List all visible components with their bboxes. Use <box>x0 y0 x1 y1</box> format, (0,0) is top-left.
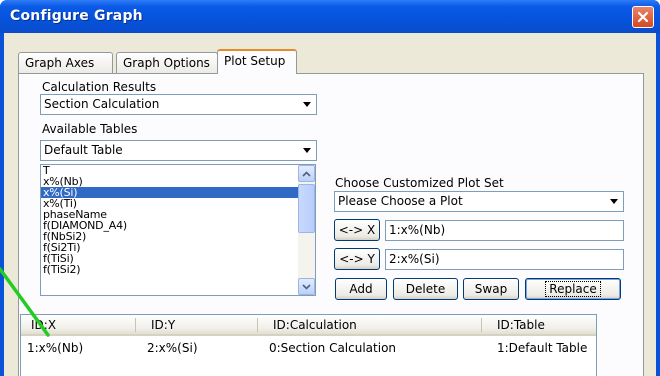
annotation-arrow <box>0 267 50 337</box>
tab-plot-setup[interactable]: Plot Setup <box>217 49 297 74</box>
tab-label: Plot Setup <box>224 54 286 68</box>
